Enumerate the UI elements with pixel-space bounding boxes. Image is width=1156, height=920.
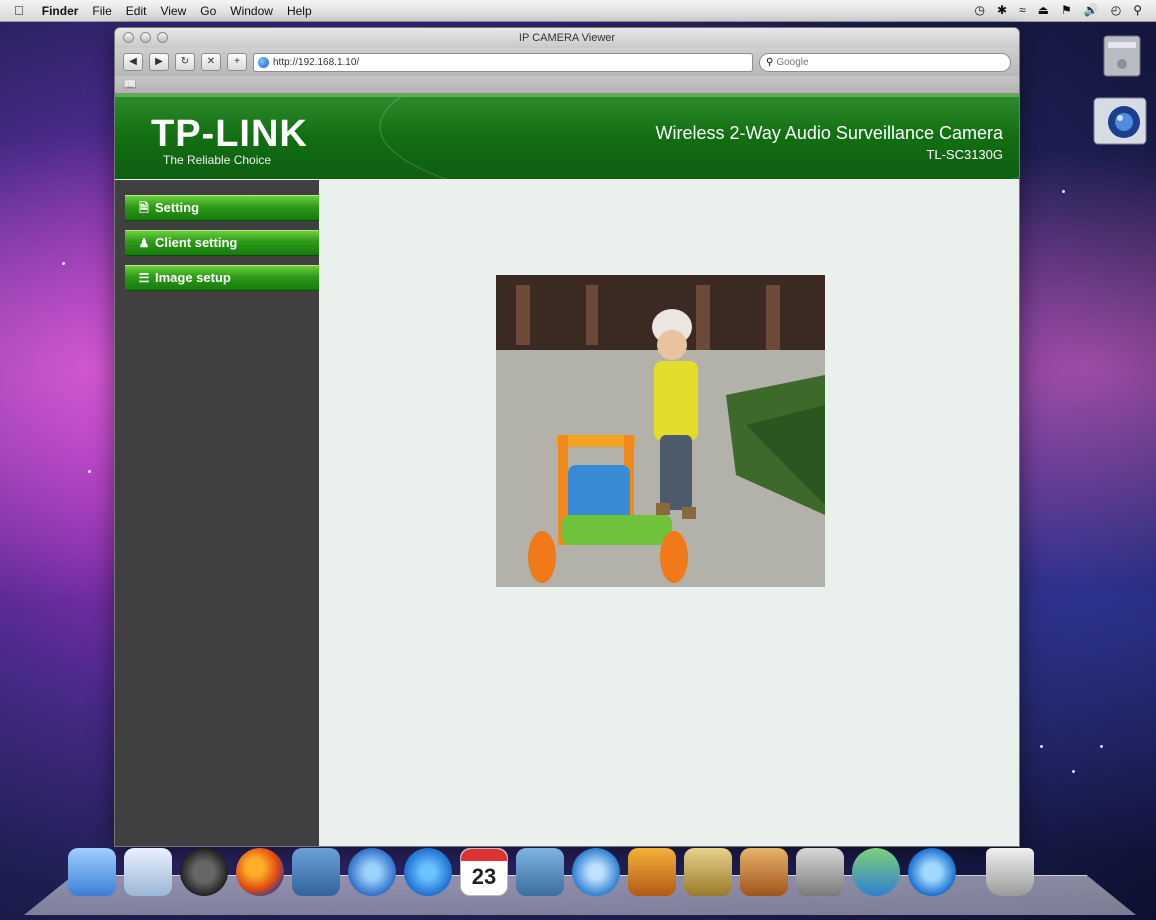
window-titlebar: IP CAMERA Viewer xyxy=(115,28,1019,48)
ichat-icon[interactable] xyxy=(404,848,452,896)
layout-icon: ☰ xyxy=(138,271,150,285)
apple-menu-icon[interactable]:  xyxy=(14,3,24,18)
search-bar[interactable]: ⚲ xyxy=(759,52,1011,72)
firefox-icon[interactable] xyxy=(236,848,284,896)
camera-frame-image xyxy=(496,275,825,587)
page-body: 🗎 Setting ♟ Client setting ☰ Image setup xyxy=(115,180,1019,846)
bookmarks-book-icon[interactable]: 📖 xyxy=(123,79,137,91)
volume-icon[interactable]: 🔊 xyxy=(1084,3,1099,17)
window-title: IP CAMERA Viewer xyxy=(518,32,616,44)
menu-bar:  Finder File Edit View Go Window Help ◷… xyxy=(0,0,1156,22)
camera-live-view[interactable] xyxy=(496,275,825,587)
time-machine-icon[interactable]: ◷ xyxy=(975,3,985,17)
zoom-window-button[interactable] xyxy=(157,32,168,43)
wallpaper-star xyxy=(62,262,65,265)
hard-drive-icon[interactable] xyxy=(1098,30,1146,82)
menu-window[interactable]: Window xyxy=(230,4,273,18)
minimize-window-button[interactable] xyxy=(140,32,151,43)
nav-setting-button[interactable]: 🗎 Setting xyxy=(125,195,319,221)
wallpaper-star xyxy=(1072,770,1075,773)
clock-icon[interactable]: ◴ xyxy=(1111,3,1121,17)
menu-edit[interactable]: Edit xyxy=(126,4,147,18)
garageband-icon[interactable] xyxy=(740,848,788,896)
nav-image-setup-label: Image setup xyxy=(155,270,231,285)
menu-go[interactable]: Go xyxy=(200,4,216,18)
mail-icon[interactable] xyxy=(292,848,340,896)
stop-button[interactable]: ✕ xyxy=(201,53,221,71)
nav-setting-label: Setting xyxy=(155,200,200,215)
brand-tagline: The Reliable Choice xyxy=(163,153,272,167)
calendar-header xyxy=(461,849,507,861)
add-bookmark-button[interactable]: + xyxy=(227,53,247,71)
bluetooth-icon[interactable]: ✱ xyxy=(997,3,1007,17)
menu-app-finder[interactable]: Finder xyxy=(42,4,79,18)
imovie-star-icon[interactable] xyxy=(684,848,732,896)
wallpaper-star xyxy=(88,470,91,473)
main-content xyxy=(319,180,1019,846)
quicktime-icon[interactable] xyxy=(908,848,956,896)
search-icon: ⚲ xyxy=(766,56,774,68)
flag-icon[interactable]: ⚑ xyxy=(1061,3,1072,17)
document-icon: 🗎 xyxy=(139,201,149,215)
search-input[interactable] xyxy=(776,56,977,68)
close-window-button[interactable] xyxy=(123,32,134,43)
itunes-icon[interactable] xyxy=(572,848,620,896)
dock: 23 xyxy=(68,848,1034,896)
browser-toolbar: ◀ ▶ ↻ ✕ + ⚲ xyxy=(115,48,1019,76)
iphoto-icon[interactable] xyxy=(516,848,564,896)
menu-file[interactable]: File xyxy=(92,4,111,18)
sidebar: 🗎 Setting ♟ Client setting ☰ Image setup xyxy=(115,180,319,846)
wallpaper-star xyxy=(1100,745,1103,748)
photo-booth-icon[interactable] xyxy=(628,848,676,896)
menu-help[interactable]: Help xyxy=(287,4,312,18)
nav-client-setting-button[interactable]: ♟ Client setting xyxy=(125,230,319,256)
back-button[interactable]: ◀ xyxy=(123,53,143,71)
calendar-day: 23 xyxy=(471,864,497,889)
browser-window: IP CAMERA Viewer ◀ ▶ ↻ ✕ + ⚲ 📖 TP-LINK T… xyxy=(114,27,1020,847)
eject-icon[interactable]: ⏏ xyxy=(1038,3,1049,17)
url-input[interactable] xyxy=(273,56,752,68)
camera-app-icon[interactable] xyxy=(1090,92,1150,152)
trash-icon[interactable] xyxy=(986,848,1034,896)
menu-view[interactable]: View xyxy=(160,4,186,18)
wallpaper-star xyxy=(1062,190,1065,193)
wifi-icon[interactable]: ≈ xyxy=(1019,3,1026,17)
product-title: Wireless 2-Way Audio Surveillance Camera xyxy=(655,123,1003,143)
bookmarks-bar: 📖 xyxy=(115,76,1019,94)
dashboard-cube-icon[interactable] xyxy=(124,848,172,896)
dashboard-clock-icon[interactable] xyxy=(180,848,228,896)
globe-icon xyxy=(258,56,269,68)
system-preferences-icon[interactable] xyxy=(796,848,844,896)
address-bar[interactable] xyxy=(253,52,753,72)
nav-image-setup-button[interactable]: ☰ Image setup xyxy=(125,265,319,291)
product-model: TL-SC3130G xyxy=(926,147,1003,162)
contacts-users-icon[interactable] xyxy=(852,848,900,896)
page-header: TP-LINK The Reliable Choice Wireless 2-W… xyxy=(115,94,1019,179)
brand-logo[interactable]: TP-LINK xyxy=(151,115,308,153)
nav-client-setting-label: Client setting xyxy=(155,235,238,250)
users-icon: ♟ xyxy=(138,236,150,250)
wallpaper-star xyxy=(1040,745,1043,748)
spotlight-search-icon[interactable]: ⚲ xyxy=(1133,3,1142,17)
reload-button[interactable]: ↻ xyxy=(175,53,195,71)
calendar-icon[interactable]: 23 xyxy=(460,848,508,896)
safari-icon[interactable] xyxy=(348,848,396,896)
finder-icon[interactable] xyxy=(68,848,116,896)
forward-button[interactable]: ▶ xyxy=(149,53,169,71)
